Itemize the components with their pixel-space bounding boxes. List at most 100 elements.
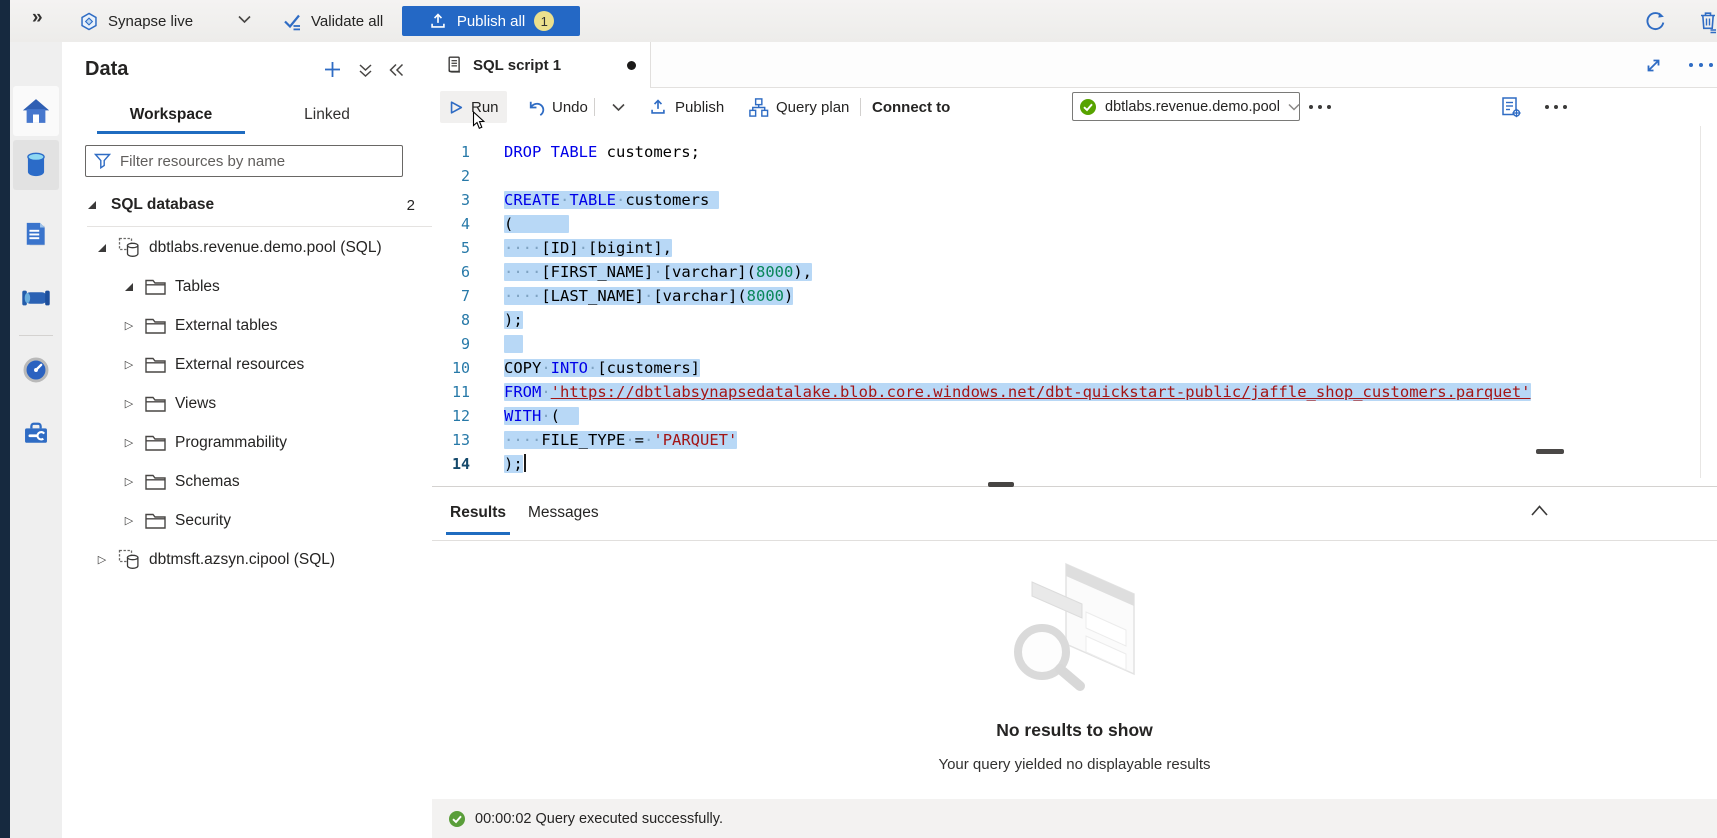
line-text: ····[FIRST_NAME]·[varchar](8000), [504,260,812,284]
line-number: 9 [432,332,470,356]
expander-icon[interactable]: ▷ [122,397,136,410]
publish-all-label: Publish all [457,13,525,30]
splitter-handle[interactable] [988,482,1014,487]
expander-icon[interactable]: ▷ [122,475,136,488]
line-number: 12 [432,404,470,428]
expander-icon[interactable] [122,283,136,291]
chevron-up-icon[interactable] [1530,504,1549,517]
line-number: 14 [432,452,470,476]
line-number: 13 [432,428,470,452]
code-line-13[interactable]: 13····FILE_TYPE·=·'PARQUET' [432,428,1717,452]
tree-item-dbtlabs-revenue-demo-pool-sql[interactable]: dbtlabs.revenue.demo.pool (SQL) [62,228,432,267]
home-icon [21,97,51,125]
mode-selector[interactable]: Synapse live [78,0,193,42]
rail-divider [19,335,53,336]
tab-linked[interactable]: Linked [272,98,382,131]
line-number: 10 [432,356,470,380]
expander-icon[interactable]: ▷ [95,553,109,566]
pipeline-icon [20,284,52,312]
tab-messages[interactable]: Messages [528,488,599,537]
sql-code-editor[interactable]: 1DROP TABLE customers;23CREATE·TABLE·cus… [432,126,1717,486]
database-tree: dbtlabs.revenue.demo.pool (SQL) Tables ▷Ex… [62,228,432,838]
code-line-3[interactable]: 3CREATE·TABLE·customers [432,188,1717,212]
code-line-5[interactable]: 5····[ID]·[bigint], [432,236,1717,260]
code-line-8[interactable]: 8); [432,308,1717,332]
connected-check-icon [1079,98,1097,116]
connect-to-dropdown[interactable]: dbtlabs.revenue.demo.pool [1072,92,1300,121]
rail-item-home[interactable] [13,86,59,136]
tree-item-label: Tables [175,278,220,296]
tree-item-tables[interactable]: Tables [62,267,432,306]
expander-icon[interactable]: ▷ [122,358,136,371]
undo-label: Undo [552,99,588,116]
status-bar: 00:00:02 Query executed successfully. [432,799,1717,838]
tree-item-views[interactable]: ▷Views [62,384,432,423]
line-text: ····[LAST_NAME]·[varchar](8000) [504,284,793,308]
rail-item-monitor[interactable] [13,345,59,395]
synapse-studio-window: » Synapse live Validate all Publish all … [0,0,1717,838]
tree-item-schemas[interactable]: ▷Schemas [62,462,432,501]
rail-item-manage[interactable] [13,408,59,458]
double-chevron-down-icon[interactable] [358,63,373,78]
tree-item-label: Security [175,512,231,530]
more-options-icon[interactable] [1688,62,1714,68]
tree-item-external-resources[interactable]: ▷External resources [62,345,432,384]
code-line-14[interactable]: 14); [432,452,1717,476]
tree-root-sql-database[interactable]: SQL database 2 [85,192,425,218]
filter-input[interactable] [118,147,400,175]
publish-count-badge: 1 [534,11,554,31]
expander-icon[interactable] [95,244,109,252]
refresh-icon[interactable] [1644,10,1666,32]
tree-item-programmability[interactable]: ▷Programmability [62,423,432,462]
pool-icon [118,549,140,570]
code-line-4[interactable]: 4( [432,212,1717,236]
publish-all-button[interactable]: Publish all 1 [402,6,580,36]
tree-item-security[interactable]: ▷ Security [62,501,432,540]
line-number: 7 [432,284,470,308]
expand-editor-icon[interactable] [1644,56,1663,75]
scrollbar-track[interactable] [1700,126,1701,478]
more-options-icon[interactable] [1544,104,1568,110]
code-line-12[interactable]: 12WITH·( [432,404,1717,428]
tab-title: SQL script 1 [473,57,561,74]
tab-workspace[interactable]: Workspace [97,98,245,131]
query-plan-button[interactable]: Query plan [740,91,857,123]
expand-rail-icon[interactable]: » [32,7,43,29]
more-options-icon[interactable] [1308,104,1332,110]
expander-icon[interactable]: ▷ [122,436,136,449]
validate-all-button[interactable]: Validate all [282,0,383,42]
validate-all-label: Validate all [311,13,383,30]
code-line-10[interactable]: 10COPY·INTO·[customers] [432,356,1717,380]
code-line-9[interactable]: 9 [432,332,1717,356]
horizontal-scrollbar-thumb[interactable] [1536,449,1564,454]
rail-item-data[interactable] [13,140,59,190]
properties-icon[interactable] [1500,96,1522,119]
collapse-panel-icon[interactable] [388,63,405,77]
rail-item-develop[interactable] [13,210,59,260]
chevron-down-icon[interactable] [604,91,633,123]
line-number: 5 [432,236,470,260]
code-line-11[interactable]: 11FROM·'https://dbtlabsynapsedatalake.bl… [432,380,1717,404]
expander-icon[interactable]: ▷ [122,514,136,527]
mouse-cursor [472,111,485,130]
chevron-down-icon[interactable] [238,15,251,24]
trash-icon[interactable] [1696,9,1717,34]
publish-button[interactable]: Publish [640,91,732,123]
tree-root-label: SQL database [111,196,214,214]
code-line-7[interactable]: 7 ····[LAST_NAME]·[varchar](8000) [432,284,1717,308]
rail-item-integrate[interactable] [13,273,59,323]
add-icon[interactable] [323,60,342,79]
tree-item-dbtmsft-azsyn-cipool-sql[interactable]: ▷dbtmsft.azsyn.cipool (SQL) [62,540,432,579]
tab-sql-script-1[interactable]: SQL script 1 [432,42,651,88]
undo-button[interactable]: Undo [518,91,596,123]
tab-results[interactable]: Results [450,488,506,537]
tree-item-external-tables[interactable]: ▷External tables [62,306,432,345]
folder-icon [145,278,166,295]
expander-icon[interactable]: ▷ [122,319,136,332]
query-plan-icon [748,97,769,118]
code-line-6[interactable]: 6····[FIRST_NAME]·[varchar](8000), [432,260,1717,284]
gauge-icon [21,355,51,385]
expander-icon[interactable] [85,201,99,209]
code-line-1[interactable]: 1DROP TABLE customers; [432,140,1717,164]
code-line-2[interactable]: 2 [432,164,1717,188]
